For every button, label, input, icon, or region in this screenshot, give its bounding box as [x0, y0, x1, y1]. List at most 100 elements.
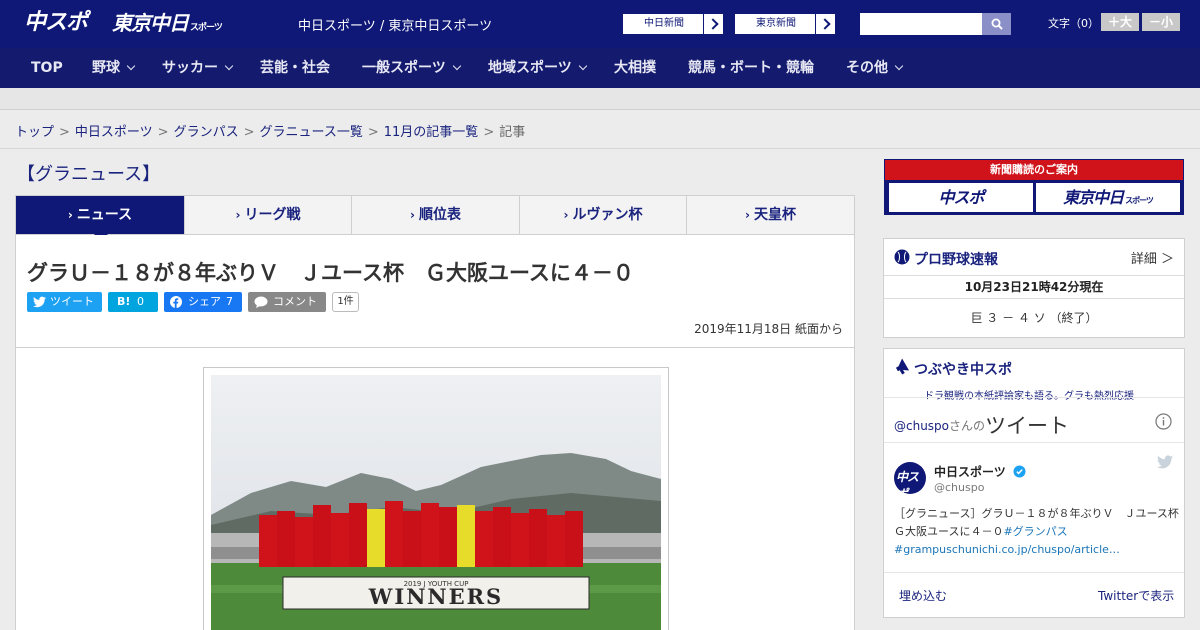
tokyo-subscribe-button[interactable]: 東京中日 スポーツ [1036, 183, 1180, 212]
tweet-button[interactable]: ツイート [27, 292, 102, 312]
search-input[interactable] [860, 13, 982, 35]
timeline-handle[interactable]: @chuspo [894, 419, 949, 433]
breadcrumb-separator: > [59, 125, 70, 140]
font-larger-button[interactable]: ＋大 [1101, 13, 1139, 31]
tweet-text: ［グラニュース］グラＵ－１８が８年ぶりＶ Ｊユース杯 Ｇ大阪ユースに４－０#グラ… [894, 505, 1190, 559]
site-header: 中スポ 東京中日 スポーツ 中日スポーツ / 東京中日スポーツ 中日新聞 東京新聞… [0, 0, 1200, 48]
info-icon[interactable] [1155, 413, 1172, 430]
tab-news[interactable]: › ニュース [16, 196, 185, 241]
tokyo-shimbun-button[interactable]: 東京新聞 [734, 13, 836, 35]
facebook-icon [170, 296, 182, 308]
account-name-text: 中日スポーツ [934, 465, 1006, 479]
facebook-label: シェア [188, 295, 221, 308]
chuspo-logo[interactable]: 中スポ [24, 8, 88, 38]
breadcrumb-separator: > [367, 125, 379, 140]
baseball-score[interactable]: 巨 ３ － ４ ソ （終了） [884, 309, 1184, 326]
article-date: 2019年11月18日 紙面から [694, 322, 843, 336]
nav-item-entertainment[interactable]: 芸能・社会 [260, 48, 330, 88]
tokyo-logo-small: スポーツ [190, 23, 223, 33]
twitter-widget-title: つぶやき中スポ [914, 362, 1012, 378]
breadcrumb-link-grampus[interactable]: グランパス [174, 125, 239, 140]
hatena-count: 0 [137, 295, 144, 308]
nav-label: 芸能・社会 [260, 60, 330, 76]
newspaper-button-label: 東京新聞 [756, 18, 796, 29]
tab-levain-cup[interactable]: › ルヴァン杯 [520, 196, 687, 234]
facebook-share-button[interactable]: シェア 7 [164, 292, 242, 312]
avatar[interactable]: 中スポ [894, 462, 926, 494]
nav-item-other[interactable]: その他 [846, 48, 904, 88]
article: グラＵ－１８が８年ぶりＶ Ｊユース杯 Ｇ大阪ユースに４－０ ツイート B! 0 … [15, 235, 855, 630]
facebook-count: 7 [226, 295, 233, 308]
tab-label: ニュース [76, 207, 133, 223]
breadcrumb-link-chuspo[interactable]: 中日スポーツ [75, 125, 153, 140]
verified-badge-icon [1013, 465, 1026, 478]
timeline-tweets-label: ツイート [985, 414, 1070, 438]
divider [884, 572, 1184, 573]
comment-bubble-icon [254, 296, 268, 308]
tweet-link[interactable]: #grampuschunichi.co.jp/chuspo/article… [894, 543, 1120, 556]
ad-band [0, 88, 1200, 110]
tab-standings[interactable]: › 順位表 [352, 196, 520, 234]
chevron-right-icon: › [67, 208, 73, 222]
divider [0, 148, 1200, 149]
tab-emperors-cup[interactable]: › 天皇杯 [687, 196, 854, 234]
avatar-text: 中スポ [896, 470, 919, 494]
tokyo-logo-text: 東京中日 [112, 11, 189, 35]
tokyo-chunichi-logo[interactable]: 東京中日 スポーツ [112, 8, 223, 43]
search-button[interactable] [982, 13, 1011, 35]
embed-link[interactable]: 埋め込む [899, 587, 947, 604]
main-nav: TOP 野球 サッカー 芸能・社会 一般スポーツ 地域スポーツ 大相撲 競馬・ボ… [0, 48, 1200, 88]
baseball-scores-widget: プロ野球速報 詳細 ＞ 10月23日21時42分現在 巨 ３ － ４ ソ （終了… [883, 238, 1185, 338]
baseball-icon [894, 249, 910, 265]
tab-label: ルヴァン杯 [572, 207, 643, 223]
tab-bar: › ニュース › リーグ戦 › 順位表 › ルヴァン杯 › 天皇杯 [15, 195, 855, 241]
nav-item-general-sports[interactable]: 一般スポーツ [362, 48, 461, 88]
tweet-account-id[interactable]: @chuspo [934, 481, 984, 494]
chevron-down-icon [894, 61, 904, 71]
breadcrumb-link-top[interactable]: トップ [15, 125, 54, 140]
nav-item-top[interactable]: TOP [31, 48, 63, 88]
nav-item-baseball[interactable]: 野球 [92, 48, 136, 88]
chuspo-subscribe-button[interactable]: 中スポ [889, 183, 1033, 212]
chevron-down-icon [578, 61, 587, 71]
comment-button[interactable]: コメント [248, 292, 326, 312]
chevron-right-icon: › [410, 208, 415, 222]
divider [884, 442, 1184, 443]
tab-league[interactable]: › リーグ戦 [185, 196, 352, 234]
nav-label: その他 [846, 60, 888, 76]
nav-item-local-sports[interactable]: 地域スポーツ [488, 48, 587, 88]
nav-item-soccer[interactable]: サッカー [162, 48, 234, 88]
hatena-label: B! [117, 295, 131, 308]
nav-item-sumo[interactable]: 大相撲 [614, 48, 656, 88]
baseball-timestamp: 10月23日21時42分現在 [884, 275, 1184, 299]
twitter-bird-icon[interactable] [1157, 455, 1173, 469]
subscription-banner[interactable]: 新聞購読のご案内 中スポ 東京中日 スポーツ [884, 159, 1184, 215]
chevron-right-icon [815, 14, 835, 34]
article-photo[interactable]: 2019 J YOUTH CUP WINNERS [203, 367, 669, 630]
article-headline: グラＵ－１８が８年ぶりＶ Ｊユース杯 Ｇ大阪ユースに４－０ [27, 261, 634, 285]
chevron-down-icon [126, 61, 136, 71]
chunichi-shimbun-button[interactable]: 中日新聞 [622, 13, 724, 35]
nav-label: 地域スポーツ [488, 60, 572, 76]
breadcrumb-link-news-list[interactable]: グラニュース一覧 [260, 125, 363, 140]
comment-count[interactable]: 1件 [332, 292, 359, 312]
photo-illustration: 2019 J YOUTH CUP WINNERS [211, 375, 661, 630]
view-on-twitter-link[interactable]: Twitterで表示 [1098, 587, 1174, 604]
breadcrumb-current: 記事 [499, 125, 526, 140]
chevron-right-icon [703, 14, 723, 34]
tab-label: 順位表 [418, 207, 461, 223]
baseball-title: プロ野球速報 [914, 252, 998, 268]
font-smaller-button[interactable]: －小 [1142, 13, 1180, 31]
breadcrumb-link-november[interactable]: 11月の記事一覧 [384, 125, 479, 140]
divider [16, 347, 854, 348]
baseball-detail-link[interactable]: 詳細 ＞ [1131, 248, 1174, 267]
tweet-hashtag[interactable]: #グランパス [1003, 525, 1067, 538]
twitter-bird-icon [33, 296, 46, 308]
tweet-account-name[interactable]: 中日スポーツ [934, 463, 1026, 480]
subscription-header: 新聞購読のご案内 [885, 160, 1183, 180]
hatena-bookmark-button[interactable]: B! 0 [108, 292, 158, 312]
nav-item-racing[interactable]: 競馬・ボート・競輪 [688, 48, 814, 88]
search-icon [991, 18, 1003, 30]
section-title: 【グラニュース】 [17, 164, 161, 185]
chevron-down-icon [224, 61, 234, 71]
